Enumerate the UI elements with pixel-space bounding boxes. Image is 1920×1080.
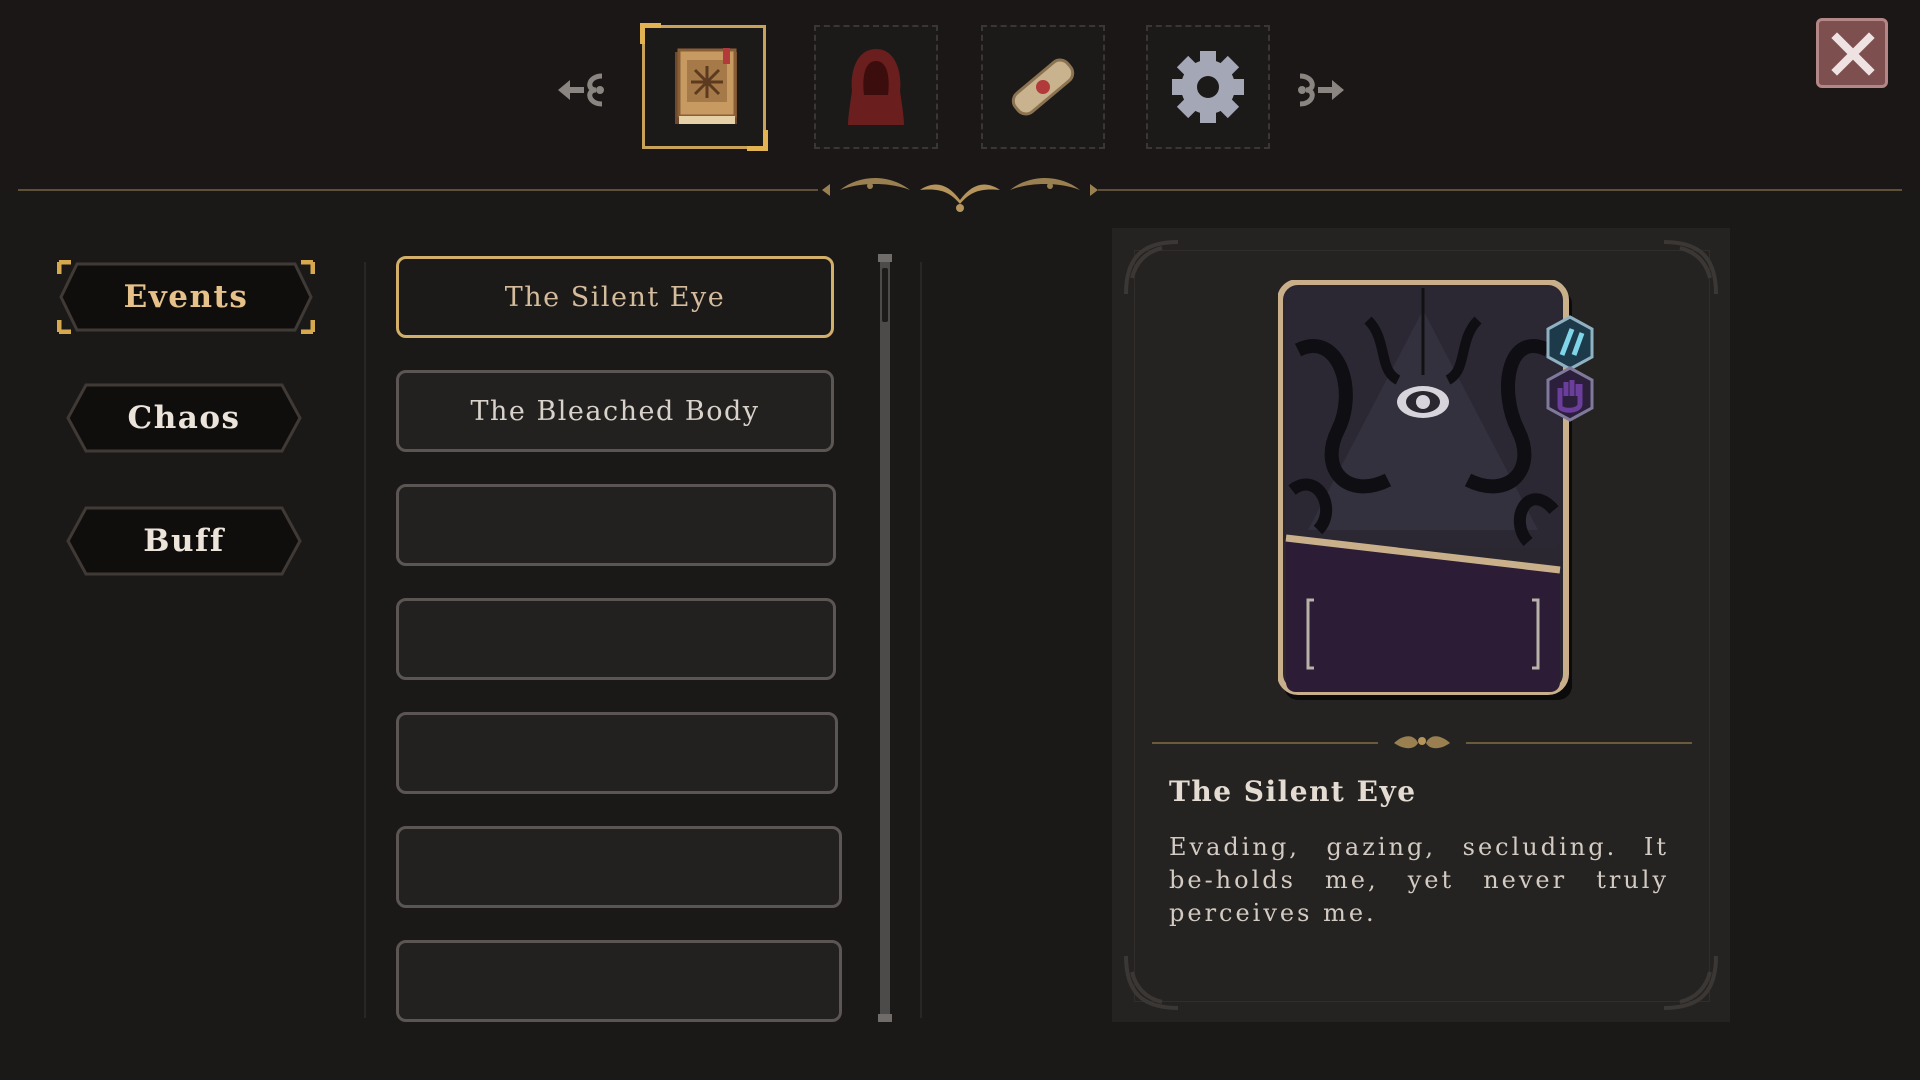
category-buff-button[interactable]: Buff — [64, 505, 304, 577]
next-tab-arrow-icon[interactable] — [1286, 68, 1346, 112]
list-item[interactable]: The Silent Eye — [396, 256, 834, 338]
header-ornament — [822, 178, 1098, 212]
category-label: Buff — [143, 523, 225, 559]
top-bar — [0, 0, 1920, 190]
header-divider-right — [1098, 189, 1902, 191]
detail-divider-left — [1152, 742, 1378, 744]
tab-journal[interactable] — [640, 23, 768, 151]
list-item[interactable] — [396, 598, 836, 680]
category-chaos-button[interactable]: Chaos — [64, 382, 304, 454]
previous-tab-arrow-icon[interactable] — [556, 68, 616, 112]
list-item-label: The Silent Eye — [504, 281, 726, 313]
scrollbar-bottom-cap — [878, 1014, 892, 1022]
list-item-label — [399, 943, 839, 1019]
close-icon — [1831, 32, 1875, 76]
hand-badge-icon — [1546, 366, 1594, 422]
category-label: Events — [123, 279, 249, 315]
list-scrollbar[interactable] — [880, 258, 890, 1018]
category-events-button[interactable]: Events — [57, 260, 315, 334]
scrollbar-thumb[interactable] — [882, 268, 888, 322]
corner-ornament — [1124, 955, 1179, 1010]
list-item-label: The Bleached Body — [470, 395, 760, 427]
column-divider — [364, 262, 366, 1018]
gear-icon — [1172, 51, 1244, 123]
list-item-label — [399, 715, 835, 791]
detail-description: Evading, gazing, secluding. It be-holds … — [1169, 833, 1669, 927]
list-item[interactable]: The Bleached Body — [396, 370, 834, 452]
tab-character[interactable] — [814, 25, 938, 149]
detail-ornament — [1394, 736, 1450, 749]
list-item-label — [399, 601, 833, 677]
list-item[interactable] — [396, 712, 838, 794]
hooded-figure-icon — [848, 49, 904, 125]
list-item[interactable] — [396, 826, 842, 908]
corner-ornament — [1663, 240, 1718, 295]
tab-scroll[interactable] — [981, 25, 1105, 149]
category-label: Chaos — [127, 400, 241, 436]
event-card-illustration — [1278, 280, 1572, 700]
column-divider — [920, 262, 922, 1018]
detail-title: The Silent Eye — [1169, 775, 1417, 808]
spirit-badge-icon — [1546, 315, 1594, 371]
scrollbar-top-cap — [878, 254, 892, 262]
list-item-label — [399, 487, 833, 563]
list-item[interactable] — [396, 484, 836, 566]
header-divider-left — [18, 189, 818, 191]
list-item-label — [399, 829, 839, 905]
close-button[interactable] — [1816, 18, 1888, 88]
corner-ornament — [1124, 240, 1179, 295]
corner-ornament — [1663, 955, 1718, 1010]
list-item[interactable] — [396, 940, 842, 1022]
journal-book-icon — [675, 48, 737, 124]
detail-divider-right — [1466, 742, 1692, 744]
tab-settings[interactable] — [1146, 25, 1270, 149]
scroll-icon — [1011, 58, 1075, 116]
